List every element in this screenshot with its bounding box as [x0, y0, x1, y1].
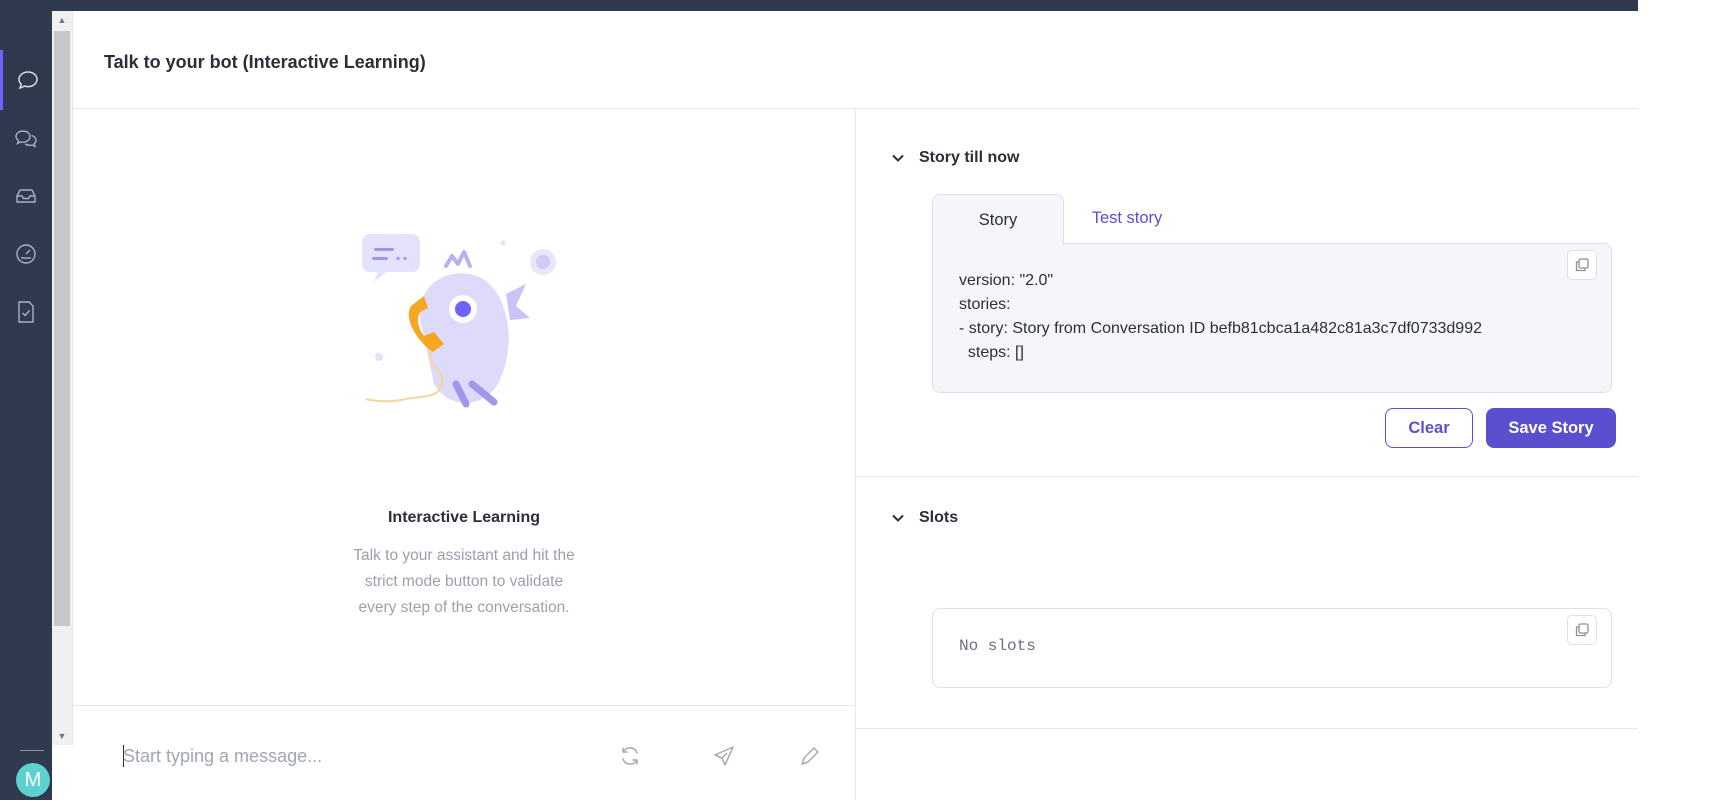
- slots-section-header[interactable]: Slots: [891, 509, 958, 527]
- window-gutter: [1638, 0, 1710, 800]
- chevron-down-icon: [892, 514, 904, 522]
- pen-icon: [801, 747, 819, 765]
- story-section-header[interactable]: Story till now: [891, 149, 1019, 167]
- scroll-up-arrow-icon[interactable]: ▲: [56, 14, 68, 26]
- dashboard-gauge-icon: [16, 244, 36, 264]
- story-panel: Story till now Story Test story version:…: [856, 109, 1638, 800]
- copy-icon: [1575, 258, 1589, 272]
- send-icon: [714, 746, 734, 766]
- sidebar-item-conversations[interactable]: [0, 108, 52, 168]
- sidebar-scrollbar[interactable]: ▲ ▼: [52, 11, 73, 745]
- sidebar-item-inbox[interactable]: [0, 166, 52, 226]
- tab-story[interactable]: Story: [932, 194, 1064, 245]
- user-avatar[interactable]: M: [16, 763, 50, 797]
- sidebar-item-tests[interactable]: [0, 282, 52, 342]
- description-line: Talk to your assistant and hit the: [353, 547, 575, 564]
- avatar-initial: M: [24, 768, 42, 791]
- code-line: stories:: [959, 296, 1011, 313]
- send-button[interactable]: [710, 742, 738, 770]
- inbox-icon: [16, 189, 36, 203]
- description-line: strict mode button to validate: [364, 573, 564, 590]
- scrollbar-thumb[interactable]: [54, 31, 70, 626]
- sidebar-item-talk-to-bot[interactable]: [0, 50, 52, 110]
- code-line: steps: []: [959, 344, 1024, 361]
- illustration-description: Talk to your assistant and hit the stric…: [314, 543, 614, 621]
- story-section-title: Story till now: [919, 149, 1020, 166]
- copy-story-button[interactable]: [1567, 250, 1597, 280]
- document-check-icon: [18, 301, 34, 323]
- clear-button[interactable]: Clear: [1385, 408, 1473, 448]
- message-input[interactable]: [123, 741, 583, 771]
- window-top-bar: [0, 0, 1638, 11]
- copy-icon: [1575, 623, 1589, 637]
- save-story-button[interactable]: Save Story: [1486, 408, 1616, 448]
- slots-content: No slots: [959, 637, 1036, 655]
- copy-slots-button[interactable]: [1567, 615, 1597, 645]
- sidebar-divider: [20, 750, 44, 751]
- section-divider: [856, 728, 1638, 729]
- code-line: version: "2.0": [959, 272, 1054, 289]
- tab-test-story[interactable]: Test story: [1062, 194, 1192, 242]
- code-line: - story: Story from Conversation ID befb…: [959, 320, 1482, 337]
- page-header: Talk to your bot (Interactive Learning): [73, 11, 1638, 109]
- message-composer: [73, 705, 855, 801]
- refresh-icon: [622, 747, 638, 765]
- scroll-down-arrow-icon[interactable]: ▼: [56, 730, 68, 742]
- main-area: Talk to your bot (Interactive Learning) …: [73, 11, 1638, 800]
- sidebar: M: [0, 11, 52, 800]
- conversations-icon: [15, 130, 37, 148]
- story-code-block: version: "2.0" stories: - story: Story f…: [932, 243, 1612, 393]
- slots-code-block: No slots: [932, 608, 1612, 688]
- text-cursor: [123, 745, 124, 767]
- slots-section-title: Slots: [919, 509, 959, 526]
- bot-phone-illustration: [362, 234, 556, 408]
- edit-button[interactable]: [796, 742, 824, 770]
- chat-bubble-icon: [17, 71, 38, 90]
- page-title: Talk to your bot (Interactive Learning): [104, 52, 426, 72]
- chat-panel: Interactive Learning Talk to your assist…: [73, 109, 856, 800]
- description-line: every step of the conversation.: [358, 599, 570, 616]
- section-divider: [856, 476, 1638, 477]
- illustration-title: Interactive Learning: [387, 509, 541, 526]
- sidebar-item-insights[interactable]: [0, 224, 52, 284]
- chevron-down-icon: [892, 154, 904, 162]
- restart-button[interactable]: [616, 742, 644, 770]
- story-tabs: Story Test story: [932, 194, 1612, 245]
